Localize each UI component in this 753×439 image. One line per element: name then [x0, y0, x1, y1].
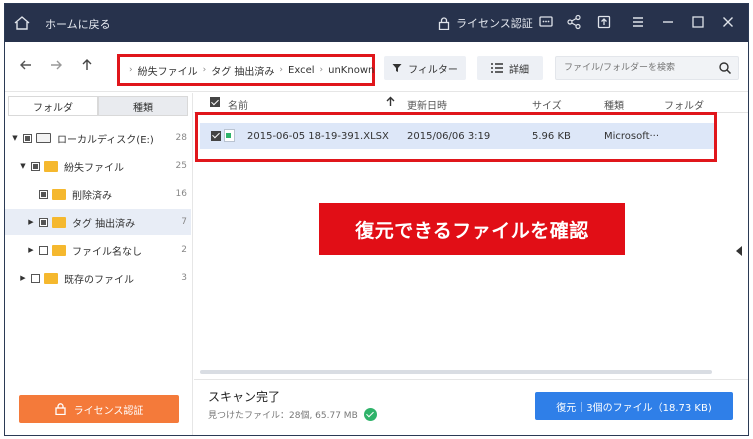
breadcrumb-item[interactable]: Excel — [288, 65, 315, 76]
file-count: 16 — [175, 189, 187, 199]
folder-icon — [52, 188, 66, 200]
sidebar-tabs: フォルダ 種類 — [8, 96, 188, 116]
tree-item-label: 紛失ファイル — [64, 162, 124, 174]
tab-type[interactable]: 種類 — [98, 96, 188, 116]
tree-item-label: タグ 抽出済み — [72, 218, 136, 230]
detail-label: 詳細 — [509, 64, 529, 76]
list-header: 名前 更新日時 サイズ 種類 フォルダ — [194, 93, 748, 113]
file-count: 28 — [175, 133, 187, 143]
tree-item-lost-files[interactable]: ▼ 紛失ファイル 25 — [5, 153, 191, 179]
filter-label: フィルター — [408, 64, 458, 76]
recover-button[interactable]: 復元｜3個のファイル（18.73 KB) — [535, 392, 733, 420]
license-activation-link[interactable]: ライセンス認証 — [438, 15, 533, 31]
tag-folder-icon — [52, 216, 66, 228]
minimize-icon[interactable] — [659, 14, 677, 32]
column-modified[interactable]: 更新日時 — [407, 97, 447, 112]
annotation-callout: 復元できるファイルを確認 — [319, 203, 625, 255]
back-to-home-link[interactable]: ホームに戻る — [45, 16, 111, 32]
license-label: ライセンス認証 — [456, 17, 533, 30]
checkbox[interactable] — [23, 133, 32, 143]
status-footer: スキャン完了 見つけたファイル：28個, 65.77 MB 復元｜3個のファイル… — [194, 379, 748, 435]
tree-item-label: ファイル名なし — [72, 246, 142, 258]
checkbox[interactable] — [39, 245, 48, 255]
sort-up-arrow-icon[interactable] — [386, 96, 395, 110]
tree-item-local-disk[interactable]: ▼ ローカルディスク(E:) 28 — [5, 125, 191, 151]
file-count: 2 — [181, 245, 187, 255]
file-list-panel: 名前 更新日時 サイズ 種類 フォルダ 2015-06-05 18-19-391… — [194, 93, 748, 374]
breadcrumb-item[interactable]: unKnown — [328, 65, 374, 76]
lock-icon — [54, 403, 66, 415]
export-icon[interactable] — [595, 14, 613, 32]
close-icon[interactable] — [719, 14, 737, 32]
breadcrumb-separator-icon: › — [129, 65, 133, 75]
checkbox[interactable] — [31, 273, 40, 283]
list-view-icon — [491, 63, 503, 73]
tree-item-label: ローカルディスク(E:) — [57, 134, 154, 146]
breadcrumb: › 紛失ファイル › タグ 抽出済み › Excel › unKnown — [117, 54, 375, 86]
expand-arrow-icon[interactable]: ▶ — [19, 274, 27, 282]
file-count: 25 — [175, 161, 187, 171]
license-button[interactable]: ライセンス認証 — [19, 395, 179, 423]
scan-summary: 見つけたファイル：28個, 65.77 MB — [208, 408, 377, 421]
funnel-icon — [392, 64, 402, 72]
tree-item-label: 既存のファイル — [64, 274, 134, 286]
annotation-highlight-row — [195, 112, 717, 162]
column-size[interactable]: サイズ — [532, 97, 562, 112]
column-type[interactable]: 種類 — [604, 97, 624, 112]
menu-icon[interactable] — [629, 14, 647, 32]
scan-status-title: スキャン完了 — [208, 390, 281, 404]
file-count: 3 — [181, 273, 187, 283]
select-all-checkbox[interactable] — [210, 97, 220, 107]
checkbox[interactable] — [39, 217, 48, 227]
home-icon[interactable] — [13, 14, 31, 32]
filter-button[interactable]: フィルター — [384, 56, 466, 80]
tree-item-tag-extracted[interactable]: ▶ タグ 抽出済み 7 — [5, 209, 191, 235]
check-circle-icon — [363, 408, 377, 421]
feedback-icon[interactable] — [537, 14, 555, 32]
app-window: ホームに戻る ライセンス認証 › 紛失ファイル › タグ 抽出済み › Exce… — [4, 3, 749, 436]
sidebar: フォルダ 種類 ▼ ローカルディスク(E:) 28 ▼ 紛失ファイル 25 削除… — [5, 93, 193, 435]
breadcrumb-separator-icon: › — [319, 65, 324, 75]
scan-summary-text: 見つけたファイル：28個, 65.77 MB — [208, 411, 358, 421]
toolbar: › 紛失ファイル › タグ 抽出済み › Excel › unKnown フィル… — [5, 42, 748, 92]
detail-view-button[interactable]: 詳細 — [477, 56, 543, 80]
breadcrumb-separator-icon: › — [202, 65, 207, 75]
search-box — [555, 56, 739, 80]
search-input[interactable] — [556, 57, 716, 79]
search-icon[interactable] — [718, 61, 732, 75]
forward-arrow-icon[interactable] — [49, 57, 63, 76]
expand-arrow-icon[interactable]: ▼ — [19, 162, 27, 170]
tree-item-deleted[interactable]: 削除済み 16 — [5, 181, 191, 207]
checkbox[interactable] — [39, 189, 48, 199]
lock-icon — [438, 16, 450, 30]
breadcrumb-item[interactable]: 紛失ファイル — [138, 63, 198, 78]
checkbox[interactable] — [31, 161, 40, 171]
column-name[interactable]: 名前 — [228, 97, 248, 112]
tree-item-label: 削除済み — [72, 190, 112, 202]
expand-arrow-icon[interactable]: ▶ — [27, 246, 35, 254]
back-arrow-icon[interactable] — [19, 57, 33, 76]
license-button-label: ライセンス認証 — [73, 405, 144, 417]
folder-icon — [44, 160, 58, 172]
expand-arrow-icon[interactable]: ▼ — [11, 134, 19, 142]
drive-icon — [36, 133, 51, 143]
share-icon[interactable] — [565, 14, 583, 32]
up-arrow-icon[interactable] — [80, 57, 94, 76]
column-folder[interactable]: フォルダ — [664, 97, 704, 112]
tab-folder[interactable]: フォルダ — [8, 96, 98, 116]
folder-icon — [44, 272, 58, 284]
collapse-panel-arrow-icon[interactable] — [736, 246, 742, 256]
tree-item-existing-files[interactable]: ▶ 既存のファイル 3 — [5, 265, 191, 291]
horizontal-scrollbar[interactable] — [200, 370, 712, 374]
folder-icon — [52, 244, 66, 256]
breadcrumb-item[interactable]: タグ 抽出済み — [211, 63, 274, 78]
file-count: 7 — [181, 217, 187, 227]
tree-item-no-filename[interactable]: ▶ ファイル名なし 2 — [5, 237, 191, 263]
expand-arrow-icon[interactable]: ▶ — [27, 218, 35, 226]
breadcrumb-separator-icon: › — [279, 65, 284, 75]
title-bar: ホームに戻る ライセンス認証 — [5, 4, 748, 42]
maximize-icon[interactable] — [689, 14, 707, 32]
